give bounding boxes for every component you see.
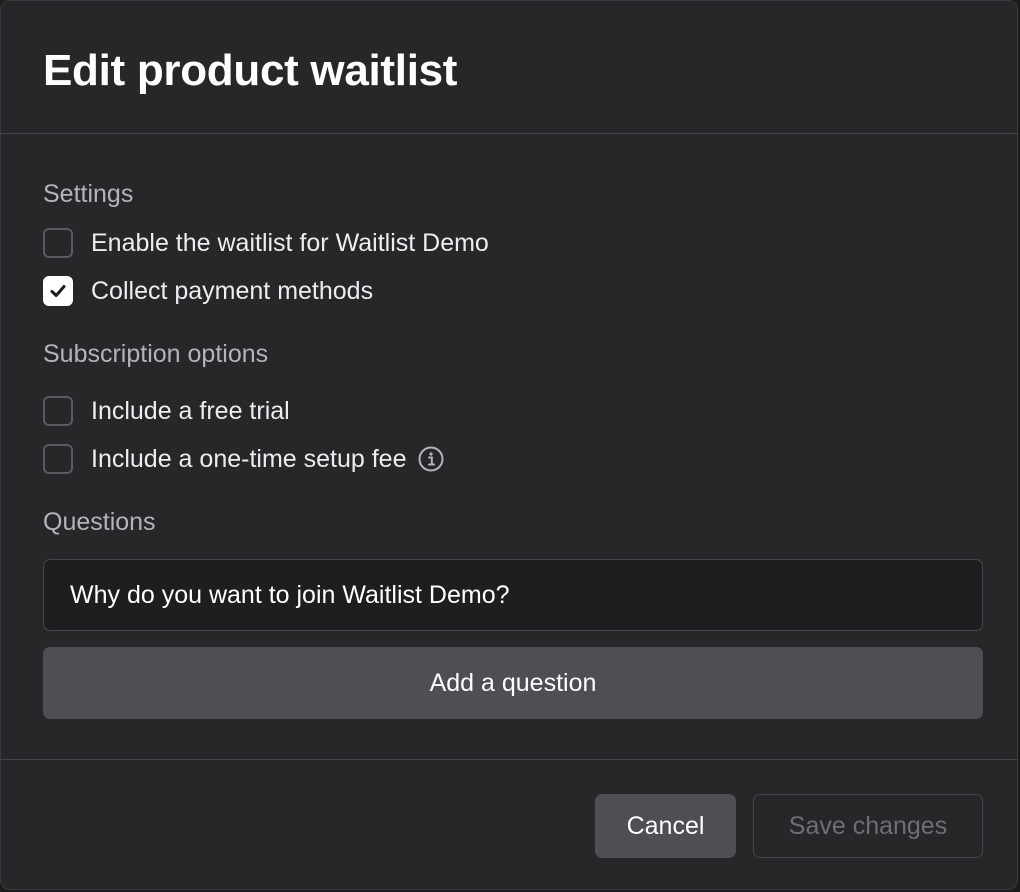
question-input[interactable] <box>43 559 983 631</box>
setup-fee-label: Include a one-time setup fee <box>91 445 407 473</box>
dialog-body: Settings Enable the waitlist for Waitlis… <box>1 134 1017 760</box>
collect-payment-checkbox[interactable] <box>43 276 73 306</box>
dialog-header: Edit product waitlist <box>1 1 1017 134</box>
free-trial-checkbox[interactable] <box>43 396 73 426</box>
collect-payment-label: Collect payment methods <box>91 277 374 305</box>
setup-fee-checkbox[interactable] <box>43 444 73 474</box>
free-trial-label: Include a free trial <box>91 397 290 425</box>
cancel-button[interactable]: Cancel <box>595 794 736 858</box>
dialog-footer: Cancel Save changes <box>1 760 1017 889</box>
questions-section-label: Questions <box>43 508 156 536</box>
collect-payment-option[interactable]: Collect payment methods <box>43 275 373 307</box>
add-question-button[interactable]: Add a question <box>43 647 983 719</box>
setup-fee-option[interactable]: Include a one-time setup fee <box>43 443 444 475</box>
enable-waitlist-label: Enable the waitlist for Waitlist Demo <box>91 229 489 257</box>
info-icon[interactable] <box>418 446 444 472</box>
checkmark-icon <box>50 285 66 297</box>
subscription-section-label: Subscription options <box>43 340 269 368</box>
free-trial-option[interactable]: Include a free trial <box>43 395 290 427</box>
settings-section-label: Settings <box>43 180 134 208</box>
dialog-title: Edit product waitlist <box>43 46 458 95</box>
edit-waitlist-dialog: Edit product waitlist Settings Enable th… <box>0 0 1018 890</box>
enable-waitlist-option[interactable]: Enable the waitlist for Waitlist Demo <box>43 227 489 259</box>
enable-waitlist-checkbox[interactable] <box>43 228 73 258</box>
save-changes-button[interactable]: Save changes <box>753 794 983 858</box>
